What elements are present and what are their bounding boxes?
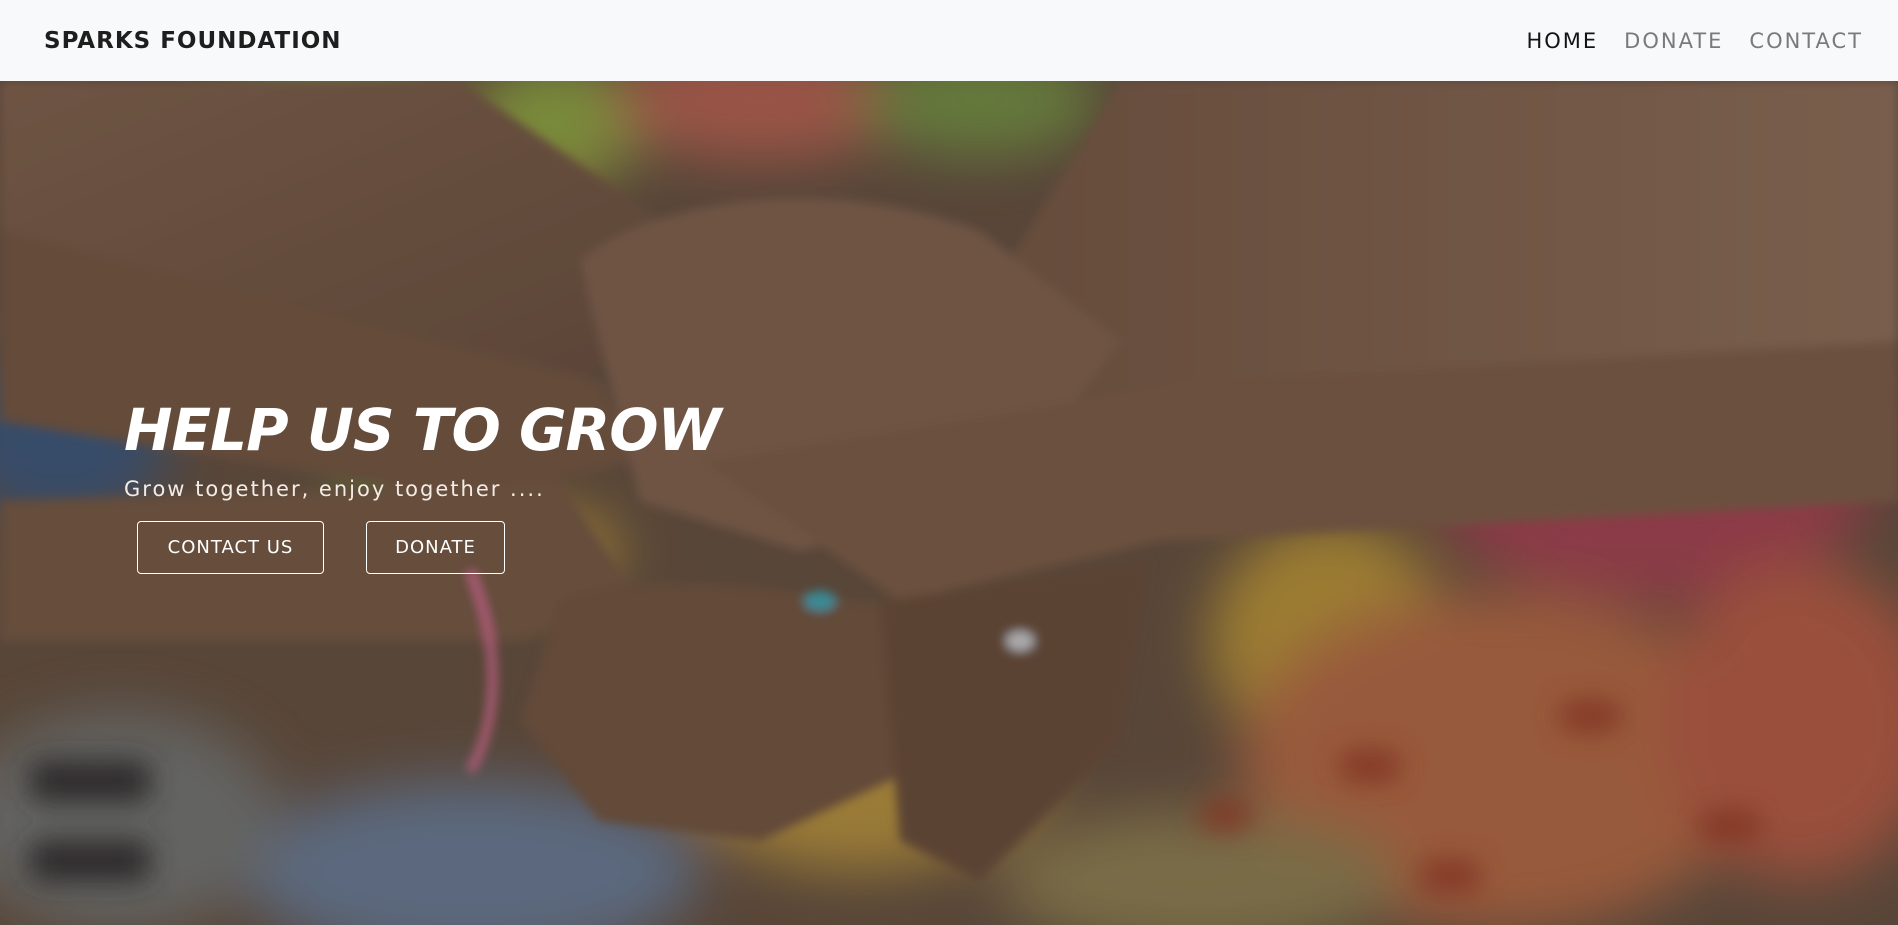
hero-section: HELP US TO GROW Grow together, enjoy tog… [0, 81, 1898, 925]
donate-button[interactable]: DONATE [366, 520, 505, 574]
contact-us-button[interactable]: CONTACT US [137, 520, 324, 574]
nav-link-donate[interactable]: DONATE [1624, 29, 1723, 53]
hero-content: HELP US TO GROW Grow together, enjoy tog… [124, 396, 721, 574]
top-navbar: SPARKS FOUNDATION HOME DONATE CONTACT [0, 0, 1898, 81]
nav-link-contact[interactable]: CONTACT [1749, 29, 1863, 53]
hero-subtitle: Grow together, enjoy together .... [124, 476, 545, 501]
hero-title: HELP US TO GROW [124, 396, 721, 464]
nav-links: HOME DONATE CONTACT [1500, 29, 1863, 53]
hero-buttons: CONTACT US DONATE [137, 520, 721, 574]
brand-logo[interactable]: SPARKS FOUNDATION [44, 28, 342, 54]
nav-link-home[interactable]: HOME [1526, 29, 1598, 53]
